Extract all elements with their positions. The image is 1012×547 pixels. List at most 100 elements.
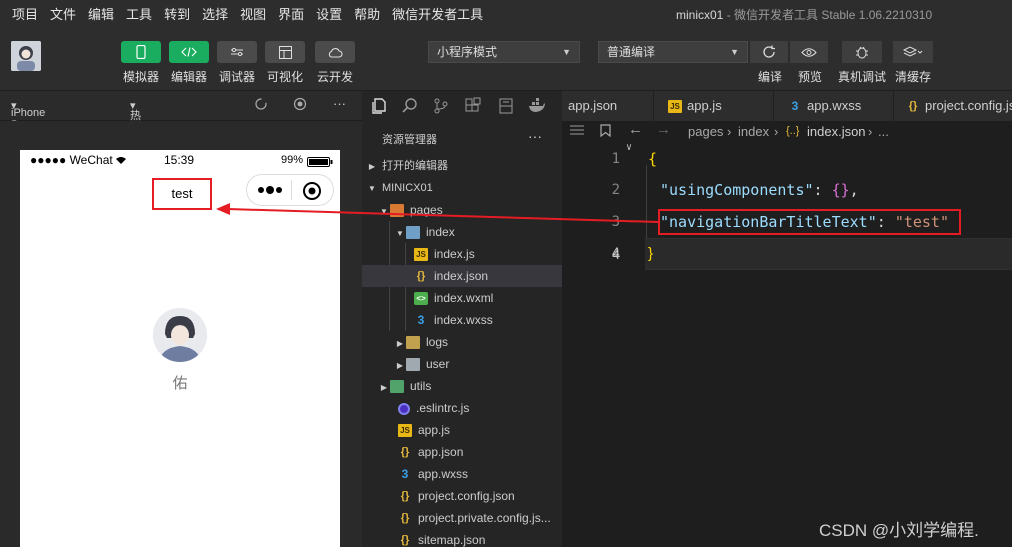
source-control-icon[interactable] xyxy=(432,97,450,115)
remote-debug-button[interactable] xyxy=(842,41,882,63)
explorer-more-button[interactable]: ··· xyxy=(528,128,542,144)
tree-item-pages[interactable]: ▼ pages xyxy=(362,199,562,221)
simulator-button[interactable] xyxy=(121,41,161,63)
visualization-button[interactable] xyxy=(265,41,305,63)
tree-item-index-json[interactable]: {} index.json xyxy=(362,265,562,287)
window-app-name: - 微信开发者工具 Stable 1.06.2210310 xyxy=(723,8,933,22)
line-number: 1 xyxy=(611,151,620,167)
debugger-button[interactable] xyxy=(217,41,257,63)
tree-item-eslintrc[interactable]: .eslintrc.js xyxy=(362,397,562,419)
breadcrumb-separator: › xyxy=(868,124,873,139)
capsule-menu[interactable] xyxy=(246,174,334,206)
tree-item-user[interactable]: ▶ user xyxy=(362,353,562,375)
split-editor-icon[interactable] xyxy=(570,124,584,139)
forward-arrow-icon[interactable]: → xyxy=(656,121,671,138)
tab-app-json[interactable]: app.json xyxy=(562,91,654,121)
menu-select[interactable]: 选择 xyxy=(196,4,234,23)
search-icon[interactable] xyxy=(401,97,419,115)
breadcrumb-item[interactable]: index.json xyxy=(807,124,866,139)
menu-help[interactable]: 帮助 xyxy=(348,4,386,23)
bookmark-icon[interactable] xyxy=(600,124,611,140)
tree-item-index-folder[interactable]: ▼ index xyxy=(362,221,562,243)
breadcrumb-item[interactable]: ... xyxy=(878,124,889,139)
device-select[interactable]: iPhone 5 100% 16 ▾ xyxy=(11,99,45,155)
files-icon[interactable] xyxy=(370,97,388,115)
tree-item-app-json[interactable]: {} app.json xyxy=(362,441,562,463)
more-icon[interactable]: ··· xyxy=(333,96,346,111)
tree-item-label: app.wxss xyxy=(418,467,469,481)
tree-item-label: logs xyxy=(426,335,449,349)
js-file-icon: JS xyxy=(414,248,428,262)
line-number: 4 xyxy=(612,246,620,262)
docker-icon[interactable] xyxy=(528,97,546,115)
tree-item-index-wxss[interactable]: 3 index.wxss xyxy=(362,309,562,331)
code-editor[interactable]: ← → pages › index › {..} index.json › ..… xyxy=(562,121,1012,547)
tree-item-app-wxss[interactable]: 3 app.wxss xyxy=(362,463,562,485)
tab-project-config[interactable]: {} project.config.js xyxy=(894,91,1012,121)
tree-item-index-wxml[interactable]: <> index.wxml xyxy=(362,287,562,309)
status-bar: ●●●●● WeChat 15:39 99% xyxy=(20,150,340,170)
tree-item-label: project.private.config.js... xyxy=(418,511,551,525)
stop-icon[interactable] xyxy=(293,97,307,114)
compile-button[interactable] xyxy=(750,41,788,63)
capsule-divider xyxy=(291,180,292,200)
tree-item-app-js[interactable]: JS app.js xyxy=(362,419,562,441)
tab-label: app.json xyxy=(568,98,618,113)
project-section[interactable]: ▼ MINICX01 xyxy=(362,177,562,199)
cloud-dev-button[interactable] xyxy=(315,41,355,63)
tree-item-label: index.wxml xyxy=(434,291,494,305)
hotreload-select[interactable]: 热重载 开 ▾ xyxy=(130,99,141,170)
more-dots-icon[interactable] xyxy=(257,184,283,196)
open-editors-label: 打开的编辑器 xyxy=(382,160,448,172)
tree-item-logs[interactable]: ▶ logs xyxy=(362,331,562,353)
rotate-icon[interactable] xyxy=(254,97,268,114)
menu-bar: 项目 文件 编辑 工具 转到 选择 视图 界面 设置 帮助 微信开发者工具 mi… xyxy=(0,0,1012,27)
menu-file[interactable]: 文件 xyxy=(44,4,82,23)
preview-label: 预览 xyxy=(797,70,822,84)
menu-interface[interactable]: 界面 xyxy=(272,4,310,23)
tree-item-utils[interactable]: ▶ utils xyxy=(362,375,562,397)
breadcrumb-item[interactable]: pages xyxy=(688,124,723,139)
extensions-icon[interactable] xyxy=(464,97,482,115)
compile-select-value: 普通编译 xyxy=(607,45,656,59)
close-target-icon[interactable] xyxy=(302,181,322,201)
breadcrumb-item[interactable]: index xyxy=(738,124,769,139)
menu-settings[interactable]: 设置 xyxy=(310,4,348,23)
mode-select[interactable]: 小程序模式 ▼ xyxy=(428,41,580,63)
code-line: 1 { xyxy=(562,143,1012,175)
wxml-file-icon: <> xyxy=(414,292,428,306)
tree-item-index-js[interactable]: JS index.js xyxy=(362,243,562,265)
clear-cache-button[interactable] xyxy=(893,41,933,63)
user-avatar-icon[interactable] xyxy=(11,41,41,71)
tab-app-js[interactable]: JS app.js xyxy=(654,91,774,121)
tree-item-project-private-config[interactable]: {} project.private.config.js... xyxy=(362,507,562,529)
phone-screen: ●●●●● WeChat 15:39 99% test 佑 xyxy=(20,150,340,547)
tree-item-label: index.json xyxy=(434,269,489,283)
tree-item-label: app.json xyxy=(418,445,464,459)
tree-item-project-config[interactable]: {} project.config.json xyxy=(362,485,562,507)
back-arrow-icon[interactable]: ← xyxy=(628,121,643,138)
chevron-down-icon: ▼ xyxy=(396,229,404,238)
tab-label: project.config.js xyxy=(925,98,1012,113)
json-value: {} xyxy=(831,181,850,199)
open-editors-section[interactable]: ▶ 打开的编辑器 xyxy=(362,155,562,177)
menu-view[interactable]: 视图 xyxy=(234,4,272,23)
menu-tools[interactable]: 工具 xyxy=(120,4,158,23)
tree-item-label: index xyxy=(426,225,455,239)
layers-icon xyxy=(903,46,923,57)
refresh-icon xyxy=(763,45,775,58)
eslint-file-icon xyxy=(398,402,410,415)
compile-select[interactable]: 普通编译 ▼ xyxy=(598,41,748,63)
code-line-active: 4 } xyxy=(562,238,1012,270)
bug-icon xyxy=(856,46,868,59)
menu-project[interactable]: 项目 xyxy=(0,4,44,23)
menu-goto[interactable]: 转到 xyxy=(158,4,196,23)
editor-button[interactable] xyxy=(169,41,209,63)
json-file-icon: {..} xyxy=(786,125,800,137)
preview-button[interactable] xyxy=(790,41,828,63)
tree-item-sitemap[interactable]: {} sitemap.json xyxy=(362,529,562,547)
menu-edit[interactable]: 编辑 xyxy=(82,4,120,23)
storage-icon[interactable] xyxy=(497,97,515,115)
tab-app-wxss[interactable]: 3 app.wxss xyxy=(774,91,894,121)
menu-wechat-devtools[interactable]: 微信开发者工具 xyxy=(386,4,489,23)
